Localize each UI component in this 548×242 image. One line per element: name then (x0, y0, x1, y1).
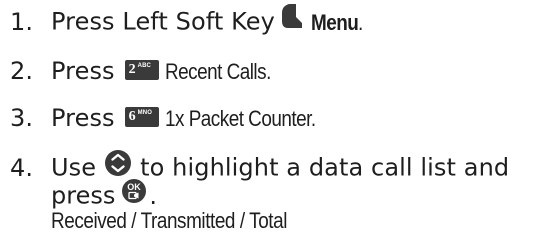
step-text: Press (51, 57, 115, 85)
step-text: to highlight a data call list and (140, 153, 510, 182)
step-label: Recent Calls. (164, 59, 271, 84)
step-3: 3. Press 6 MNO 1x Packet Counter. (10, 103, 340, 134)
svg-text:OK: OK (128, 182, 142, 192)
step-number: 2. (10, 57, 34, 85)
options-text: Received / Transmitted / Total (51, 208, 287, 233)
step-label: 1x Packet Counter. (164, 106, 316, 131)
step-text: Press Left Soft Key (51, 7, 275, 36)
step-2: 2. Press 2 ABC Recent Calls. (10, 56, 288, 87)
instruction-steps: 1. Press Left Soft Key Menu. 2. Press 2 ABC R… (0, 0, 548, 242)
step-number: 3. (10, 104, 34, 132)
keypad-6-mno-icon: 6 MNO (124, 107, 159, 127)
menu-label: Menu (310, 9, 359, 35)
step-number: 4. (10, 153, 34, 182)
left-soft-key-icon (281, 3, 303, 36)
step-1: 1. Press Left Soft Key Menu. (10, 3, 364, 39)
step-end: . (358, 9, 363, 35)
step-number: 1. (10, 7, 34, 36)
keypad-2-abc-icon: 2 ABC (124, 60, 159, 80)
step-text: Press (51, 104, 115, 132)
step-text: Use (51, 153, 97, 182)
